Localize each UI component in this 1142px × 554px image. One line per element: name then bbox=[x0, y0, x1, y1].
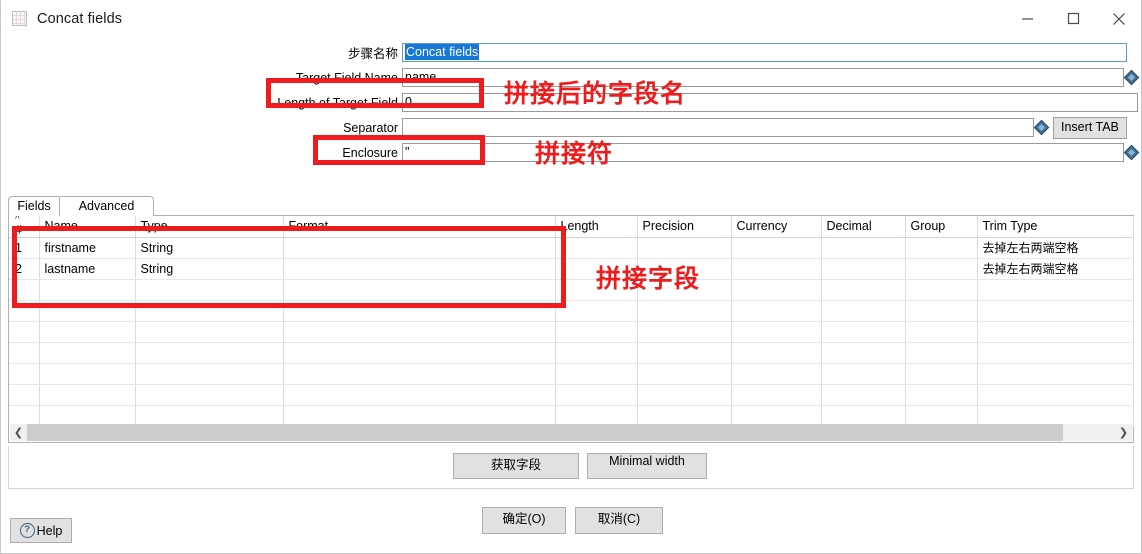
window-left-border bbox=[0, 0, 1, 554]
minimize-icon[interactable] bbox=[1004, 0, 1050, 37]
step-grid-icon bbox=[12, 11, 27, 26]
length-of-target-field-label: Length of Target Field bbox=[277, 95, 398, 110]
step-name-input[interactable]: Concat fields bbox=[402, 43, 1127, 62]
enclosure-value: " bbox=[405, 145, 410, 159]
table-row-empty[interactable] bbox=[9, 384, 1134, 406]
column-header-trim-type[interactable]: Trim Type bbox=[977, 216, 1134, 238]
column-header-type[interactable]: Type bbox=[135, 216, 284, 238]
table-row[interactable]: 1 firstname String 去掉左右两端空格 bbox=[9, 237, 1134, 259]
form-row-enclosure: Enclosure " bbox=[0, 142, 1142, 163]
column-header-group[interactable]: Group bbox=[905, 216, 978, 238]
insert-tab-button[interactable]: Insert TAB bbox=[1053, 116, 1127, 139]
close-icon[interactable] bbox=[1096, 0, 1142, 37]
question-circle-icon: ? bbox=[19, 523, 35, 538]
table-row-empty[interactable] bbox=[9, 363, 1134, 385]
minimal-width-button[interactable]: Minimal width bbox=[587, 453, 707, 479]
dialog-footer: ? Help 确定(O) 取消(C) bbox=[0, 495, 1142, 554]
settings-form: 步骤名称 Concat fields Target Field Name nam… bbox=[0, 42, 1142, 167]
column-header-index[interactable]: ^ # bbox=[9, 216, 40, 238]
cell-index[interactable]: 2 bbox=[9, 258, 40, 280]
separator-input[interactable] bbox=[402, 118, 1034, 137]
cell-length[interactable] bbox=[555, 237, 638, 259]
cell-decimal[interactable] bbox=[821, 258, 906, 280]
column-header-index-label: # bbox=[15, 223, 22, 237]
help-button-label: Help bbox=[36, 523, 63, 538]
variable-decorator-icon[interactable] bbox=[1123, 144, 1140, 161]
table-header-row: ^ # Name Type Format Length Precision Cu… bbox=[9, 216, 1134, 238]
scrollbar-thumb[interactable] bbox=[27, 424, 1063, 441]
cell-trim-type[interactable]: 去掉左右两端空格 bbox=[977, 237, 1134, 259]
cell-name[interactable]: firstname bbox=[39, 237, 136, 259]
cell-group[interactable] bbox=[905, 237, 978, 259]
column-header-format[interactable]: Format bbox=[283, 216, 556, 238]
window-title: Concat fields bbox=[37, 10, 123, 27]
cell-group[interactable] bbox=[905, 258, 978, 280]
column-header-precision[interactable]: Precision bbox=[637, 216, 732, 238]
step-name-value: Concat fields bbox=[405, 44, 480, 60]
get-fields-button[interactable]: 获取字段 bbox=[453, 453, 579, 479]
cell-name[interactable]: lastname bbox=[39, 258, 136, 280]
window-controls bbox=[1004, 0, 1142, 37]
cell-index[interactable]: 1 bbox=[9, 237, 40, 259]
form-row-length-of-target-field: Length of Target Field 0 bbox=[0, 92, 1142, 113]
column-header-decimal[interactable]: Decimal bbox=[821, 216, 906, 238]
help-button[interactable]: ? Help bbox=[10, 518, 72, 543]
target-field-name-input[interactable]: name bbox=[402, 68, 1124, 87]
table-row[interactable]: 2 lastname String 去掉左右两端空格 bbox=[9, 258, 1134, 280]
step-name-label: 步骤名称 bbox=[347, 47, 398, 61]
table-row-empty[interactable] bbox=[9, 321, 1134, 343]
table-body: 1 firstname String 去掉左右两端空格 2 lastname S… bbox=[9, 237, 1134, 427]
length-of-target-field-input[interactable]: 0 bbox=[402, 93, 1138, 112]
tab-fields[interactable]: Fields bbox=[8, 196, 60, 216]
form-row-separator: Separator Insert TAB bbox=[0, 116, 1142, 139]
chevron-left-icon[interactable]: ❮ bbox=[10, 424, 27, 441]
column-header-length[interactable]: Length bbox=[555, 216, 638, 238]
table-row-empty[interactable] bbox=[9, 405, 1134, 427]
cell-precision[interactable] bbox=[637, 258, 732, 280]
cell-type[interactable]: String bbox=[135, 258, 284, 280]
column-header-name[interactable]: Name bbox=[39, 216, 136, 238]
fields-table: ^ # Name Type Format Length Precision Cu… bbox=[9, 216, 1134, 427]
chevron-right-icon[interactable]: ❯ bbox=[1115, 424, 1132, 441]
variable-decorator-icon[interactable] bbox=[1033, 119, 1050, 136]
length-of-target-field-value: 0 bbox=[405, 95, 412, 109]
cell-length[interactable] bbox=[555, 258, 638, 280]
maximize-icon[interactable] bbox=[1050, 0, 1096, 37]
cell-format[interactable] bbox=[283, 237, 556, 259]
target-field-name-label: Target Field Name bbox=[295, 70, 398, 85]
cell-currency[interactable] bbox=[731, 258, 822, 280]
form-row-target-field-name: Target Field Name name bbox=[0, 67, 1142, 88]
enclosure-input[interactable]: " bbox=[402, 143, 1124, 162]
table-row-empty[interactable] bbox=[9, 300, 1134, 322]
ok-button[interactable]: 确定(O) bbox=[482, 507, 566, 534]
window-titlebar: Concat fields bbox=[0, 0, 1142, 38]
cell-trim-type[interactable]: 去掉左右两端空格 bbox=[977, 258, 1134, 280]
column-header-currency[interactable]: Currency bbox=[731, 216, 822, 238]
cell-currency[interactable] bbox=[731, 237, 822, 259]
horizontal-scrollbar[interactable]: ❮ ❯ bbox=[10, 424, 1132, 441]
fields-table-container: ^ # Name Type Format Length Precision Cu… bbox=[8, 216, 1134, 443]
tab-bar: Fields Advanced bbox=[8, 196, 1134, 216]
cell-precision[interactable] bbox=[637, 237, 732, 259]
variable-decorator-icon[interactable] bbox=[1123, 69, 1140, 86]
cell-type[interactable]: String bbox=[135, 237, 284, 259]
tab-advanced[interactable]: Advanced bbox=[60, 196, 154, 216]
cell-format[interactable] bbox=[283, 258, 556, 280]
form-row-step-name: 步骤名称 Concat fields bbox=[0, 42, 1142, 63]
scrollbar-track[interactable] bbox=[1063, 424, 1115, 441]
enclosure-label: Enclosure bbox=[342, 145, 398, 160]
table-actions-bar: 获取字段 Minimal width bbox=[8, 446, 1134, 489]
cell-decimal[interactable] bbox=[821, 237, 906, 259]
concat-fields-dialog: Concat fields 步骤名称 Concat fields Target … bbox=[0, 0, 1142, 554]
table-row-empty[interactable] bbox=[9, 342, 1134, 364]
cancel-button[interactable]: 取消(C) bbox=[575, 507, 663, 534]
separator-label: Separator bbox=[343, 120, 398, 135]
table-row-empty[interactable] bbox=[9, 279, 1134, 301]
target-field-name-value: name bbox=[405, 70, 437, 84]
